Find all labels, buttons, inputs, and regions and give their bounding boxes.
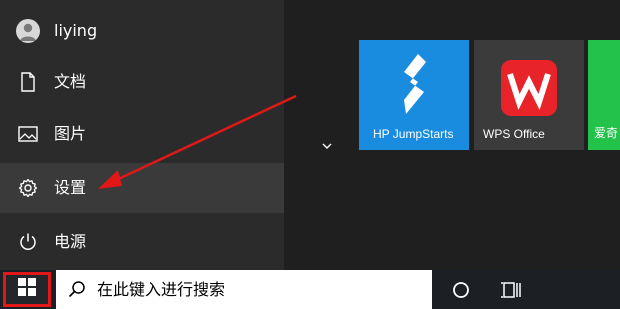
tile-label: 爱奇	[594, 126, 619, 140]
taskbar: 在此键入进行搜索	[0, 270, 620, 309]
search-icon	[68, 280, 86, 298]
chevron-down-icon[interactable]	[321, 139, 333, 151]
tile-iqiyi[interactable]: 爱奇	[588, 40, 620, 150]
cortana-icon[interactable]	[452, 281, 470, 299]
gear-icon	[18, 178, 38, 198]
start-tiles-area: HP JumpStarts WPS Office 爱奇	[284, 0, 620, 270]
search-placeholder: 在此键入进行搜索	[97, 280, 226, 299]
tile-wps-office[interactable]: WPS Office	[474, 40, 584, 150]
document-icon	[18, 72, 38, 92]
tile-hp-jumpstarts[interactable]: HP JumpStarts	[359, 40, 469, 150]
wps-office-icon	[501, 60, 557, 121]
start-user-account[interactable]: liying	[0, 6, 284, 56]
start-item-label: 设置	[54, 178, 87, 197]
windows-logo-icon	[17, 277, 37, 302]
start-item-pictures[interactable]: 图片	[0, 109, 284, 159]
picture-icon	[18, 124, 38, 144]
start-item-label: 文档	[54, 72, 87, 91]
hp-jumpstarts-icon	[396, 52, 430, 121]
power-icon	[18, 232, 38, 252]
start-item-documents[interactable]: 文档	[0, 57, 284, 107]
start-item-label: 图片	[54, 124, 87, 143]
start-item-power[interactable]: 电源	[0, 217, 284, 267]
task-view-icon[interactable]	[500, 280, 524, 300]
start-item-settings[interactable]: 设置	[0, 163, 284, 213]
taskbar-search-box[interactable]: 在此键入进行搜索	[56, 270, 432, 309]
user-avatar-icon	[16, 19, 40, 43]
user-name: liying	[54, 21, 98, 40]
tile-label: HP JumpStarts	[373, 127, 454, 141]
start-menu-left-pane: liying 文档 图片 设置 电源	[0, 0, 284, 270]
start-item-label: 电源	[54, 232, 87, 251]
start-button[interactable]	[3, 272, 51, 307]
tile-label: WPS Office	[483, 127, 545, 141]
